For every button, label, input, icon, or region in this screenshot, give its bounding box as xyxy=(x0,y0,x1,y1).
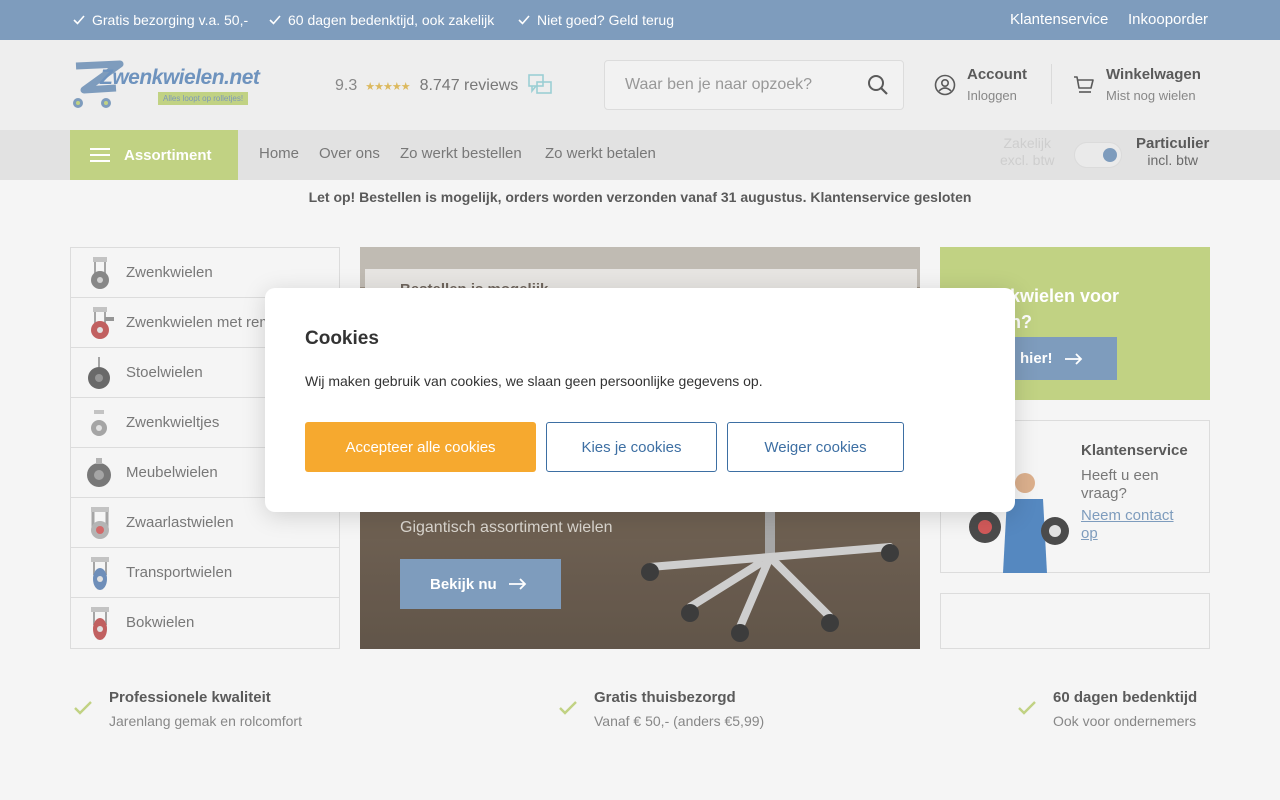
choose-cookies-button[interactable]: Kies je cookies xyxy=(546,422,717,472)
deny-cookies-button[interactable]: Weiger cookies xyxy=(727,422,904,472)
cookie-dialog-text: Wij maken gebruik van cookies, we slaan … xyxy=(305,373,763,389)
cookie-dialog: Cookies Wij maken gebruik van cookies, w… xyxy=(265,288,1015,512)
accept-all-cookies-button[interactable]: Accepteer alle cookies xyxy=(305,422,536,472)
cookie-dialog-title: Cookies xyxy=(305,328,379,349)
